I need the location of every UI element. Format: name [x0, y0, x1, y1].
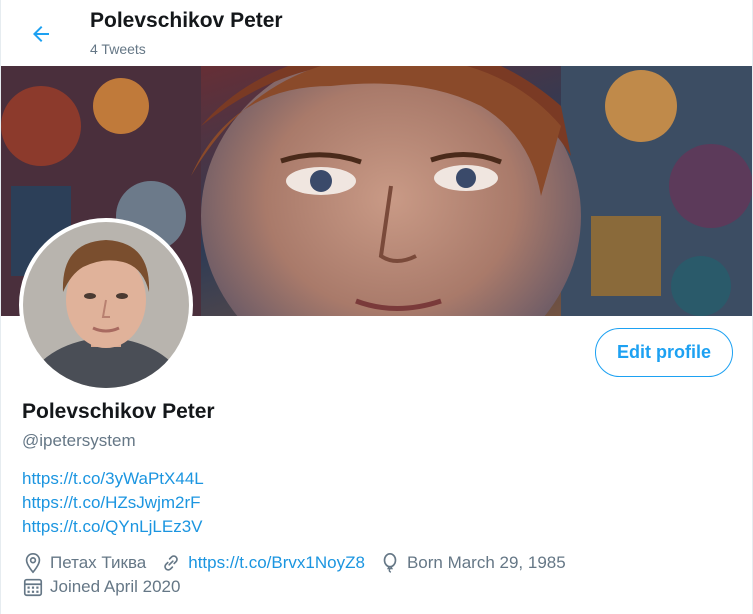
- birthday-item: Born March 29, 1985: [379, 552, 566, 574]
- avatar-image: [23, 222, 189, 388]
- balloon-icon: [379, 552, 401, 574]
- back-button[interactable]: [23, 16, 59, 52]
- arrow-left-icon: [33, 26, 49, 42]
- location-item: Петах Тиква: [22, 552, 146, 574]
- bio-link[interactable]: https://t.co/QYnLjLEz3V: [22, 515, 204, 539]
- joined-text: Joined April 2020: [50, 577, 181, 596]
- bio-links: https://t.co/3yWaPtX44L https://t.co/HZs…: [22, 467, 204, 539]
- avatar[interactable]: [19, 218, 193, 392]
- link-icon: [160, 552, 182, 574]
- website-link[interactable]: https://t.co/Brvx1NoyZ8: [188, 553, 365, 573]
- profile-handle: @ipetersystem: [22, 431, 136, 450]
- calendar-icon: [22, 576, 44, 598]
- birthday-text: Born March 29, 1985: [406, 553, 566, 572]
- header-title: Polevschikov Peter: [90, 9, 283, 32]
- profile-meta: Петах Тиква https://t.co/Brvx1NoyZ8 Born…: [22, 552, 580, 574]
- profile-header: Polevschikov Peter 4 Tweets: [1, 0, 752, 66]
- profile-name: Polevschikov Peter: [22, 400, 215, 423]
- location-text: Петах Тиква: [50, 553, 147, 572]
- bio-link[interactable]: https://t.co/HZsJwjm2rF: [22, 491, 204, 515]
- profile-page: Polevschikov Peter 4 Tweets Edit profile…: [0, 0, 753, 614]
- bio-link[interactable]: https://t.co/3yWaPtX44L: [22, 467, 204, 491]
- tweets-count: 4 Tweets: [90, 41, 146, 57]
- joined-item: Joined April 2020: [22, 576, 180, 598]
- edit-profile-button[interactable]: Edit profile: [595, 328, 733, 377]
- profile-meta-joined: Joined April 2020: [22, 576, 194, 598]
- website-item: https://t.co/Brvx1NoyZ8: [160, 552, 365, 574]
- location-pin-icon: [22, 552, 44, 574]
